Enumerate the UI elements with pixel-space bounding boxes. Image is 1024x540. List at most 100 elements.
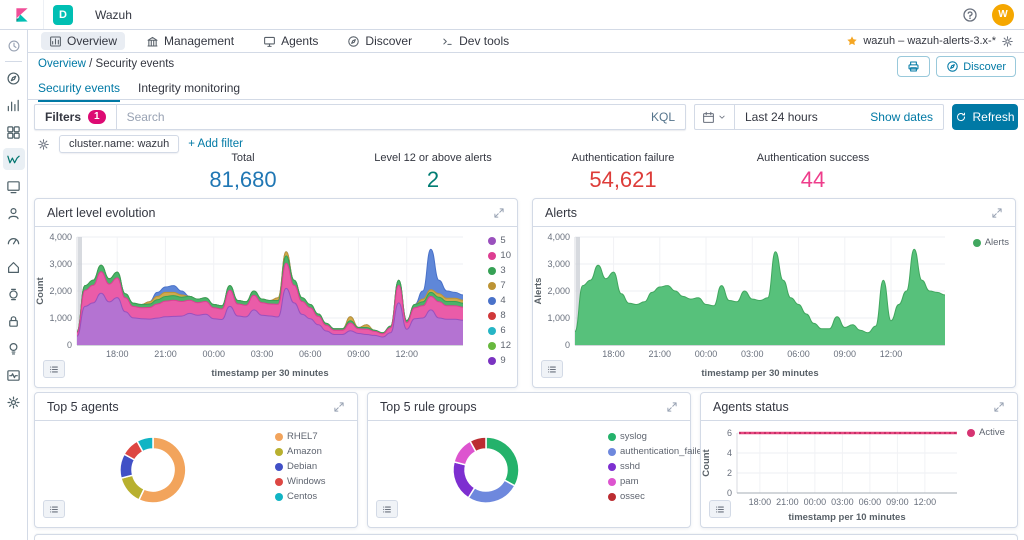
index-pattern-selector[interactable]: wazuh – wazuh-alerts-3.x-* xyxy=(846,35,1024,48)
legend-item[interactable]: RHEL7 xyxy=(275,431,326,442)
svg-text:00:00: 00:00 xyxy=(695,349,718,359)
legend-item[interactable]: 10 xyxy=(488,250,511,261)
user-avatar[interactable]: W xyxy=(992,4,1014,26)
discover-button[interactable]: Discover xyxy=(936,56,1016,77)
compass-icon[interactable] xyxy=(3,67,25,89)
expand-icon[interactable] xyxy=(666,401,678,413)
legend-item[interactable]: 9 xyxy=(488,355,511,366)
legend-toggle-button[interactable] xyxy=(43,500,65,518)
print-button[interactable] xyxy=(897,56,930,77)
dashboard-icon[interactable] xyxy=(3,121,25,143)
expand-icon[interactable] xyxy=(493,207,505,219)
breadcrumb-root-link[interactable]: Overview xyxy=(38,58,86,70)
svg-text:21:00: 21:00 xyxy=(649,349,672,359)
bulb-icon[interactable] xyxy=(3,337,25,359)
legend-toggle-button[interactable] xyxy=(541,360,563,378)
legend-label: RHEL7 xyxy=(287,431,318,442)
legend-dot xyxy=(488,357,496,365)
donut-slice-Amazon[interactable] xyxy=(121,475,144,500)
top-5-rule-groups-chart-canvas[interactable] xyxy=(368,421,600,523)
lock-icon[interactable] xyxy=(3,310,25,332)
show-dates-link[interactable]: Show dates xyxy=(870,110,943,124)
legend-item[interactable]: 5 xyxy=(488,235,511,246)
sidebar-divider xyxy=(5,61,22,62)
watch-icon[interactable] xyxy=(3,283,25,305)
add-filter-link[interactable]: + Add filter xyxy=(188,138,243,150)
legend-item[interactable]: sshd xyxy=(608,461,707,472)
alerts-chart-canvas[interactable]: 01,0002,0003,0004,00018:0021:0000:0003:0… xyxy=(533,229,949,379)
nav-tab-agents[interactable]: Agents xyxy=(255,32,326,50)
legend-item[interactable]: authentication_failed xyxy=(608,446,707,457)
kql-selector[interactable]: KQL xyxy=(641,110,685,124)
legend-dot xyxy=(488,252,496,260)
donut-slice-syslog[interactable] xyxy=(486,437,519,486)
pulse-icon[interactable] xyxy=(3,364,25,386)
legend-toggle-button[interactable] xyxy=(43,360,65,378)
expand-icon[interactable] xyxy=(991,207,1003,219)
agents-status-chart-canvas[interactable]: 024618:0021:0000:0003:0006:0009:0012:00t… xyxy=(701,423,963,523)
panel-title: Alert level evolution xyxy=(47,206,155,220)
legend-item[interactable]: 3 xyxy=(488,265,511,276)
svg-text:12:00: 12:00 xyxy=(395,349,418,359)
legend-toggle-button[interactable] xyxy=(709,500,731,518)
legend-label: 9 xyxy=(500,355,505,366)
expand-icon[interactable] xyxy=(333,401,345,413)
alert-level-evolution-chart-canvas[interactable]: 01,0002,0003,0004,00018:0021:0000:0003:0… xyxy=(35,229,467,379)
bar-chart-icon[interactable] xyxy=(3,94,25,116)
legend-item[interactable]: Windows xyxy=(275,476,326,487)
calendar-dropdown[interactable] xyxy=(695,105,735,129)
expand-icon[interactable] xyxy=(993,401,1005,413)
stat-value: 54,621 xyxy=(528,167,718,193)
filters-dropdown[interactable]: Filters 1 xyxy=(35,105,117,129)
refresh-button[interactable]: Refresh xyxy=(952,104,1018,130)
kibana-logo[interactable] xyxy=(0,0,44,29)
legend-dot xyxy=(275,493,283,501)
top-5-agents-chart-canvas[interactable] xyxy=(35,421,267,523)
gear-icon[interactable] xyxy=(1001,35,1014,48)
legend-item[interactable]: 6 xyxy=(488,325,511,336)
nav-tab-management[interactable]: Management xyxy=(138,32,242,50)
panel-alerts: Alerts 01,0002,0003,0004,00018:0021:0000… xyxy=(532,198,1016,388)
calendar-icon xyxy=(702,111,715,124)
legend-item[interactable]: Alerts xyxy=(973,237,1009,248)
search-input[interactable]: Search xyxy=(117,110,641,124)
legend-item[interactable]: Centos xyxy=(275,491,326,502)
nav-tab-overview[interactable]: Overview xyxy=(41,32,125,50)
filter-pill[interactable]: cluster.name: wazuh xyxy=(59,135,179,153)
home-icon[interactable] xyxy=(3,256,25,278)
filter-pills-row: cluster.name: wazuh + Add filter xyxy=(37,135,243,153)
legend-item[interactable]: Amazon xyxy=(275,446,326,457)
legend-item[interactable]: pam xyxy=(608,476,707,487)
chart-legend: Alerts xyxy=(973,237,1009,252)
legend-item[interactable]: 12 xyxy=(488,340,511,351)
nav-tab-discover[interactable]: Discover xyxy=(339,32,420,50)
nav-tab-dev-tools[interactable]: Dev tools xyxy=(433,32,517,50)
legend-item[interactable]: Active xyxy=(967,427,1005,438)
search-box[interactable]: Filters 1 Search KQL xyxy=(34,104,686,130)
legend-item[interactable]: Debian xyxy=(275,461,326,472)
legend-toggle-button[interactable] xyxy=(376,500,398,518)
legend-label: 5 xyxy=(500,235,505,246)
legend-item[interactable]: syslog xyxy=(608,431,707,442)
wazuh-icon[interactable] xyxy=(3,148,25,170)
legend-item[interactable]: 4 xyxy=(488,295,511,306)
gauge-icon[interactable] xyxy=(3,229,25,251)
recent-clock-icon[interactable] xyxy=(0,35,27,57)
chart-legend: Active xyxy=(967,427,1005,442)
legend-item[interactable]: 8 xyxy=(488,310,511,321)
legend-dot xyxy=(275,433,283,441)
user-icon[interactable] xyxy=(3,202,25,224)
date-picker[interactable]: Last 24 hours Show dates xyxy=(694,104,944,130)
help-icon[interactable] xyxy=(962,7,978,23)
gear-icon[interactable] xyxy=(3,391,25,413)
donut-slice-sshd[interactable] xyxy=(453,462,475,498)
svg-text:0: 0 xyxy=(565,340,570,350)
legend-item[interactable]: 7 xyxy=(488,280,511,291)
legend-item[interactable]: ossec xyxy=(608,491,707,502)
panel-title: Alerts xyxy=(545,206,577,220)
svg-text:03:00: 03:00 xyxy=(741,349,764,359)
filter-options-gear-icon[interactable] xyxy=(37,138,50,151)
canvas-icon[interactable] xyxy=(3,175,25,197)
donut-slice-authentication_failed[interactable] xyxy=(468,480,515,503)
space-badge[interactable]: D xyxy=(53,5,73,25)
